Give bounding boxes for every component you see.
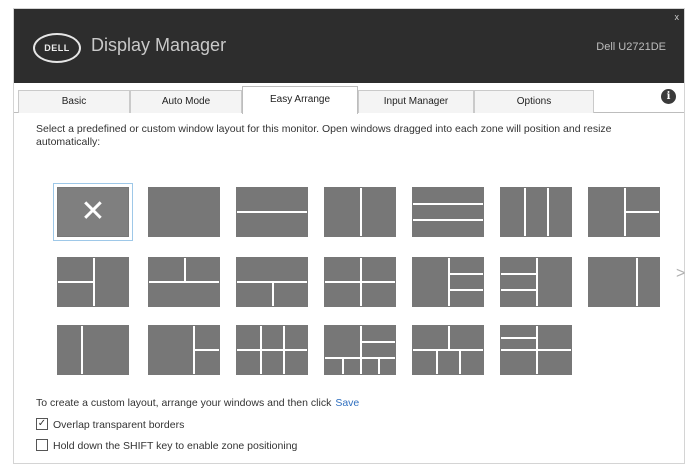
layout-option-left-three-right[interactable] bbox=[412, 257, 484, 307]
layout-option-wide-right-column[interactable] bbox=[57, 325, 129, 375]
overlap-borders-label: Overlap transparent borders bbox=[53, 419, 185, 431]
layout-option-none[interactable]: ✕ bbox=[57, 187, 129, 237]
layout-option-mixed-grid[interactable] bbox=[324, 325, 396, 375]
layout-option-wide-left-column[interactable] bbox=[588, 257, 660, 307]
layout-option-six-zones[interactable] bbox=[412, 325, 484, 375]
display-manager-window: DELL Display Manager Dell U2721DE x Basi… bbox=[13, 8, 685, 464]
shift-key-option[interactable]: Hold down the SHIFT key to enable zone p… bbox=[36, 439, 298, 452]
layout-option-three-columns[interactable] bbox=[500, 187, 572, 237]
custom-layout-text: To create a custom layout, arrange your … bbox=[36, 397, 332, 409]
layout-option-four-quadrants[interactable] bbox=[324, 257, 396, 307]
next-page-arrow-icon[interactable]: > bbox=[676, 265, 685, 283]
layout-option-three-left-right[interactable] bbox=[500, 257, 572, 307]
layout-option-two-rows[interactable] bbox=[236, 187, 308, 237]
save-link[interactable]: Save bbox=[335, 397, 359, 409]
layout-option-big-left-split-right[interactable] bbox=[148, 325, 220, 375]
layout-option-three-columns-split[interactable] bbox=[236, 325, 308, 375]
tab-easy-arrange[interactable]: Easy Arrange bbox=[242, 86, 358, 114]
overlap-borders-option[interactable]: ✓ Overlap transparent borders bbox=[36, 418, 185, 431]
layout-option-top-split-bottom[interactable] bbox=[148, 257, 220, 307]
selected-x-icon: ✕ bbox=[80, 195, 106, 228]
shift-key-label: Hold down the SHIFT key to enable zone p… bbox=[53, 440, 298, 452]
layout-option-two-columns[interactable] bbox=[324, 187, 396, 237]
shift-key-checkbox[interactable] bbox=[36, 439, 48, 452]
layout-option-custom[interactable] bbox=[500, 325, 572, 375]
layout-option-three-rows[interactable] bbox=[412, 187, 484, 237]
layout-option-left-split-right[interactable] bbox=[57, 257, 129, 307]
custom-layout-instruction: To create a custom layout, arrange your … bbox=[36, 397, 359, 409]
overlap-borders-checkbox[interactable]: ✓ bbox=[36, 418, 48, 431]
layout-option-top-bottom-split[interactable] bbox=[236, 257, 308, 307]
layout-option-left-right-split[interactable] bbox=[588, 187, 660, 237]
layout-option-full[interactable] bbox=[148, 187, 220, 237]
